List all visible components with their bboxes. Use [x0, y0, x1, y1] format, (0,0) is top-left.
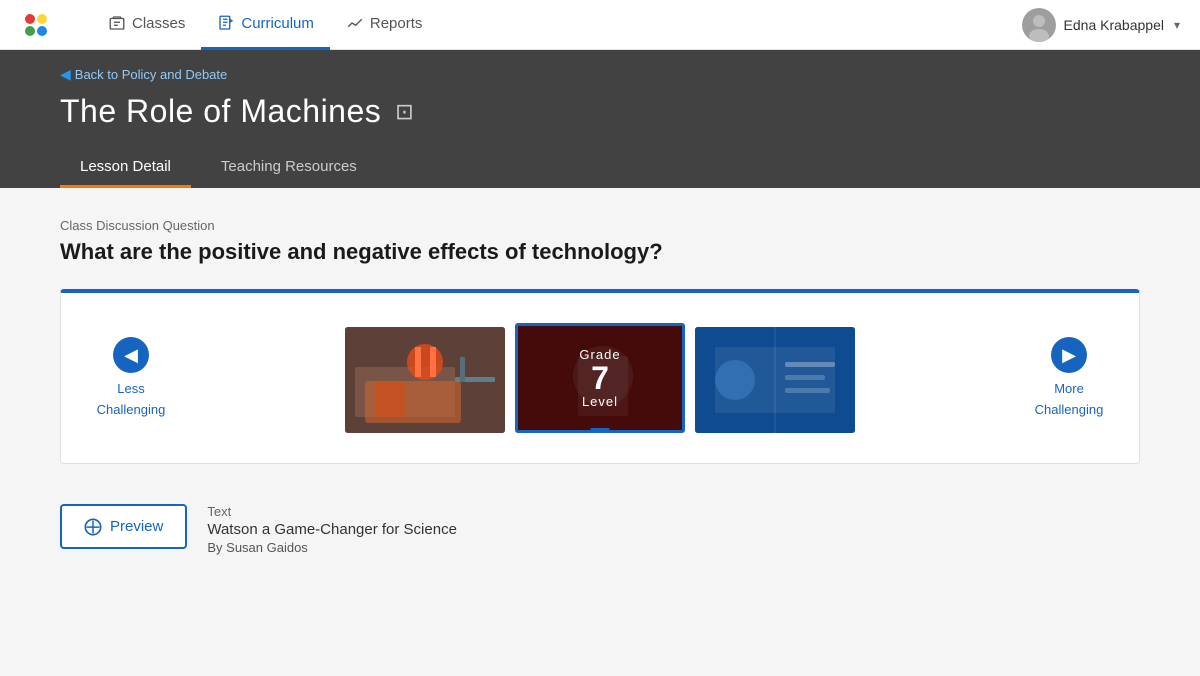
grade-number: 7 [591, 362, 609, 394]
preview-author: By Susan Gaidos [207, 540, 457, 555]
less-challenging-button[interactable]: ◀ Less Challenging [81, 337, 181, 419]
nav-reports-label: Reports [370, 15, 423, 32]
page-title: The Role of Machines [60, 93, 381, 130]
less-label-line1: Less [117, 381, 144, 398]
more-label-line1: More [1054, 381, 1084, 398]
thumb-image-center: Grade 7 Level [518, 326, 682, 430]
nav-item-classes[interactable]: Classes [92, 0, 201, 50]
nav-items: Classes Curriculum Reports [92, 0, 992, 50]
preview-button-label: Preview [110, 518, 163, 535]
more-label-line2: Challenging [1035, 402, 1104, 419]
more-challenging-button[interactable]: ▶ More Challenging [1019, 337, 1119, 419]
preview-title: Watson a Game-Changer for Science [207, 521, 457, 538]
carousel-images: Grade 7 Level [181, 323, 1019, 433]
breadcrumb[interactable]: ◀ Back to Policy and Debate [60, 66, 1140, 83]
breadcrumb-arrow: ◀ [60, 66, 71, 83]
discussion-label: Class Discussion Question [60, 218, 1140, 233]
user-name: Edna Krabappel [1064, 17, 1164, 33]
page-header: ◀ Back to Policy and Debate The Role of … [0, 50, 1200, 188]
user-menu[interactable]: Edna Krabappel ▾ [1022, 8, 1180, 42]
preview-type: Text [207, 504, 457, 519]
breadcrumb-text: Back to Policy and Debate [75, 67, 227, 82]
carousel-card: ◀ Less Challenging [60, 289, 1140, 464]
app-logo [20, 9, 52, 41]
avatar [1022, 8, 1056, 42]
thumb-image-right [695, 327, 855, 433]
nav-item-reports[interactable]: Reports [330, 0, 439, 50]
more-challenging-arrow: ▶ [1051, 337, 1087, 373]
less-challenging-arrow: ◀ [113, 337, 149, 373]
tabs-row: Lesson Detail Teaching Resources [60, 148, 1140, 188]
carousel-thumb-right[interactable] [695, 327, 855, 433]
preview-button[interactable]: ⨁ Preview [60, 504, 187, 549]
preview-section: ⨁ Preview Text Watson a Game-Changer for… [60, 494, 1140, 565]
page-title-row: The Role of Machines ⊡ [60, 93, 1140, 130]
preview-plus-icon: ⨁ [84, 516, 102, 537]
main-content: Class Discussion Question What are the p… [0, 188, 1200, 595]
user-menu-chevron: ▾ [1174, 18, 1180, 32]
tab-teaching-resources[interactable]: Teaching Resources [201, 148, 377, 188]
carousel-pointer [590, 428, 610, 433]
tab-lesson-detail[interactable]: Lesson Detail [60, 148, 191, 188]
carousel-thumb-center[interactable]: Grade 7 Level [515, 323, 685, 433]
grade-suffix: Level [582, 394, 618, 409]
nav-item-curriculum[interactable]: Curriculum [201, 0, 330, 50]
grade-badge: Grade 7 Level [518, 326, 682, 430]
top-navigation: Classes Curriculum Reports Edna Kraba [0, 0, 1200, 50]
discussion-question: What are the positive and negative effec… [60, 239, 1140, 265]
preview-info: Text Watson a Game-Changer for Science B… [207, 504, 457, 555]
thumb-image-factory [345, 327, 505, 433]
bookmark-icon[interactable]: ⊡ [395, 99, 413, 125]
less-label-line2: Challenging [97, 402, 166, 419]
carousel-thumb-left[interactable] [345, 327, 505, 433]
nav-classes-label: Classes [132, 15, 185, 32]
nav-curriculum-label: Curriculum [241, 15, 314, 32]
